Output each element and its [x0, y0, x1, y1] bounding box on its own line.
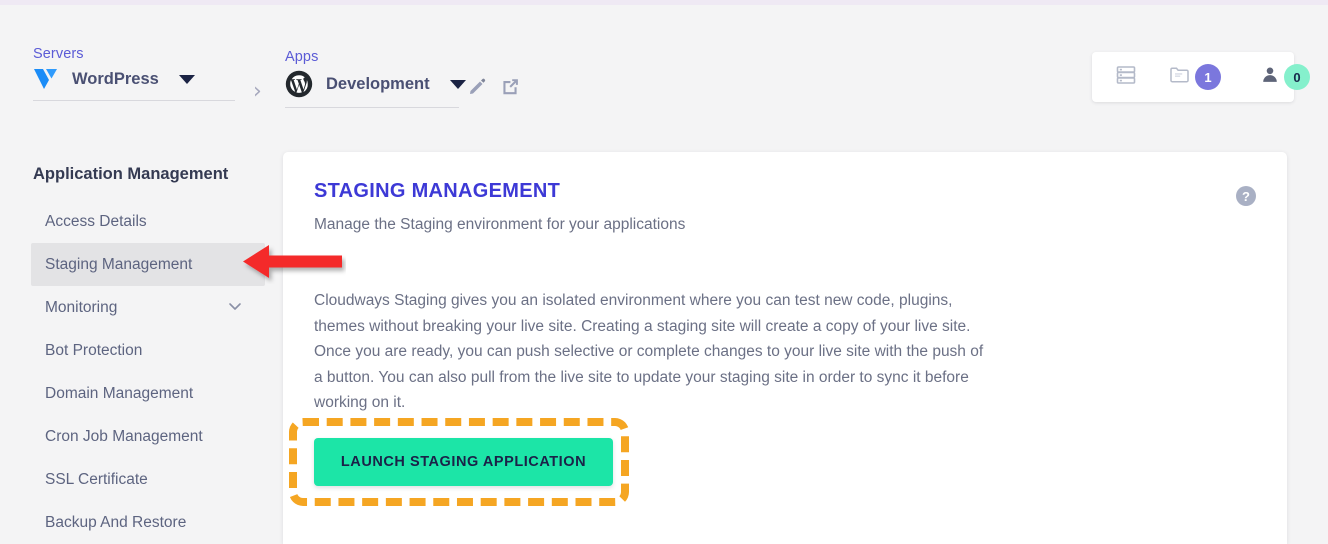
page-subtitle: Manage the Staging environment for your … — [314, 216, 686, 233]
chevron-right-icon: › — [253, 79, 262, 104]
server-selector-row[interactable]: WordPress — [33, 67, 235, 101]
launch-staging-application-button[interactable]: LAUNCH STAGING APPLICATION — [314, 438, 613, 486]
sidebar-title: Application Management — [33, 165, 229, 183]
question-mark-icon[interactable]: ? — [1236, 186, 1256, 206]
sidebar-item-label: Access Details — [45, 212, 147, 230]
server-rack-icon — [1114, 63, 1138, 92]
sidebar-item-label: Cron Job Management — [45, 427, 203, 445]
sidebar: Application Management Access Details St… — [0, 130, 265, 544]
sidebar-item-ssl-certificate[interactable]: SSL Certificate — [0, 458, 265, 501]
sidebar-item-monitoring[interactable]: Monitoring — [0, 286, 265, 329]
sidebar-item-label: SSL Certificate — [45, 470, 148, 488]
sidebar-item-label: Domain Management — [45, 384, 194, 402]
app-selector[interactable]: Apps Development — [285, 49, 466, 108]
staging-management-panel: STAGING MANAGEMENT Manage the Staging en… — [283, 152, 1287, 544]
folder-icon — [1168, 63, 1192, 92]
app-selector-value: Development — [326, 74, 430, 93]
stat-apps-count: 1 — [1195, 64, 1221, 90]
stat-apps[interactable]: 1 — [1168, 63, 1221, 92]
sidebar-nav-list: Access Details Staging Management Monito… — [0, 200, 265, 544]
sidebar-item-label: Monitoring — [45, 298, 118, 316]
app-action-buttons — [468, 77, 520, 96]
chevron-down-icon[interactable] — [227, 298, 243, 318]
app-selector-label: Apps — [285, 49, 319, 65]
chevron-down-icon[interactable] — [449, 79, 466, 89]
sidebar-item-label: Bot Protection — [45, 341, 143, 359]
vultr-logo-icon — [33, 67, 59, 91]
page-title: STAGING MANAGEMENT — [314, 180, 561, 202]
sidebar-item-bot-protection[interactable]: Bot Protection — [0, 329, 265, 372]
sidebar-item-label: Staging Management — [45, 255, 193, 273]
user-icon — [1259, 64, 1281, 91]
sidebar-item-label: Backup And Restore — [45, 513, 187, 531]
stat-users-count: 0 — [1284, 64, 1310, 90]
chevron-down-icon[interactable] — [178, 74, 195, 84]
sidebar-item-backup-and-restore[interactable]: Backup And Restore — [0, 501, 265, 544]
app-selector-row[interactable]: Development — [285, 70, 466, 108]
server-selector[interactable]: Servers WordPress — [33, 46, 235, 101]
sidebar-item-access-details[interactable]: Access Details — [0, 200, 265, 243]
sidebar-item-domain-management[interactable]: Domain Management — [0, 372, 265, 415]
server-selector-value: WordPress — [72, 69, 159, 88]
pencil-edit-icon[interactable] — [468, 77, 487, 96]
stat-users[interactable]: 0 — [1259, 64, 1310, 91]
server-selector-label: Servers — [33, 46, 84, 62]
wordpress-logo-icon — [285, 70, 313, 98]
staging-description: Cloudways Staging gives you an isolated … — [314, 292, 984, 412]
sidebar-item-cron-job-management[interactable]: Cron Job Management — [0, 415, 265, 458]
external-link-icon[interactable] — [501, 77, 520, 96]
sidebar-item-staging-management[interactable]: Staging Management — [31, 243, 265, 286]
stat-servers[interactable] — [1114, 63, 1138, 92]
account-stats-card: 1 0 — [1092, 52, 1310, 102]
